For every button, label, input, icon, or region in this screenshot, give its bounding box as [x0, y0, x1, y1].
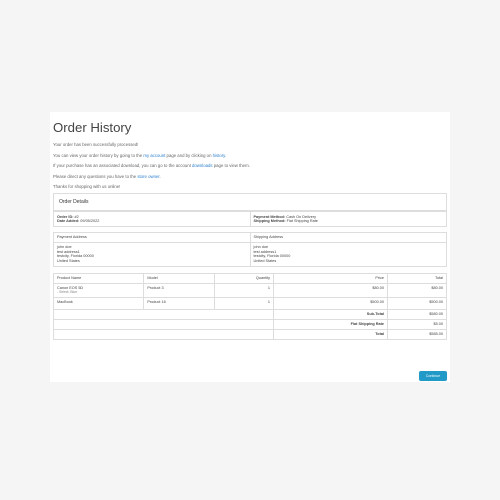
product-name: Canon EOS 5D: [57, 285, 84, 290]
shipping-row: Flat Shipping Rate $5.00: [52, 318, 447, 330]
message-text: You can view your order history by going…: [53, 152, 144, 158]
address-line: test address1: [57, 249, 80, 254]
total-value: $585.00: [387, 328, 447, 340]
shipping-method-value: Flat Shipping Rate: [286, 219, 318, 224]
product-model: Product 16: [143, 297, 216, 310]
message-questions: Please direct any questions you have to …: [53, 174, 447, 179]
order-details-left: Order ID: #2 Date Added: 09/05/2022: [54, 211, 251, 226]
product-model: Product 3: [143, 282, 216, 299]
product-total: $80.00: [387, 282, 447, 299]
main-content: Order History Your order has been succes…: [52, 120, 447, 340]
address-line: United States: [253, 258, 277, 263]
message-text: Please direct any questions you have to …: [53, 173, 138, 179]
shipping-label: Flat Shipping Rate: [273, 318, 389, 330]
payment-address: john doe test address1 testcity, Florida…: [53, 241, 251, 267]
message-thanks: Thanks for shopping with us online!: [53, 184, 447, 189]
message-text: page to view them.: [212, 163, 250, 168]
payment-method-value: Cash On Delivery: [286, 214, 316, 219]
message-text: Thanks for shopping with us online!: [53, 184, 121, 189]
payment-method-label: Payment Method:: [253, 214, 286, 219]
address-line: john doe: [57, 245, 72, 250]
page-title: Order History: [53, 120, 132, 135]
address-line: john doe: [253, 245, 269, 250]
address-table: Payment Address Shipping Address john do…: [53, 231, 447, 267]
table-row: Canon EOS 5D - Select: Blue Product 3 1 $…: [52, 282, 447, 299]
product-option: - Select: Blue: [57, 290, 78, 295]
order-id-label: Order ID:: [57, 214, 74, 219]
product-name-cell: Canon EOS 5D - Select: Blue: [52, 282, 145, 299]
col-quantity: Quantity: [214, 272, 275, 284]
col-model: Model: [143, 272, 216, 284]
continue-button[interactable]: Continue: [419, 371, 447, 381]
empty-cell: [52, 328, 275, 340]
store-owner-link[interactable]: store owner: [137, 174, 159, 179]
subtotal-value: $580.00: [387, 309, 447, 320]
product-quantity: 1: [214, 297, 275, 310]
shipping-address-header: Shipping Address: [249, 231, 447, 243]
product-quantity: 1: [214, 282, 275, 299]
message-text: .: [225, 152, 227, 158]
subtotal-row: Sub-Total $580.00: [52, 309, 447, 320]
message-history: You can view your order history by going…: [53, 153, 447, 158]
date-added-value: 09/05/2022: [80, 219, 100, 224]
product-price: $80.00: [273, 282, 389, 299]
product-price: $500.00: [273, 297, 389, 310]
history-link[interactable]: history: [213, 153, 225, 158]
message-text: If your purchase has an associated downl…: [53, 163, 193, 168]
downloads-link[interactable]: downloads: [192, 163, 213, 168]
message-text: .: [159, 173, 161, 179]
order-details-right: Payment Method: Cash On Delivery Shippin…: [249, 211, 446, 226]
col-product-name: Product Name: [52, 272, 145, 284]
address-line: testcity, Florida 00000: [253, 254, 291, 259]
date-added-label: Date Added:: [57, 219, 80, 224]
order-details-table: Order ID: #2 Date Added: 09/05/2022 Paym…: [54, 211, 446, 226]
empty-cell: [52, 318, 275, 330]
order-id-value: #2: [74, 214, 79, 219]
address-line: United States: [57, 258, 80, 263]
col-total: Total: [387, 272, 447, 284]
message-text: page and by clicking on: [165, 152, 213, 158]
shipping-method-label: Shipping Method:: [253, 219, 286, 224]
products-table: Product Name Model Quantity Price Total …: [52, 272, 447, 340]
subtotal-label: Sub-Total: [273, 309, 389, 320]
table-row: MacBook Product 16 1 $500.00 $500.00: [52, 297, 447, 310]
shipping-value: $5.00: [387, 318, 447, 330]
message-downloads: If your purchase has an associated downl…: [53, 163, 447, 168]
product-total: $500.00: [387, 297, 447, 310]
product-name: MacBook: [57, 300, 73, 305]
address-line: testcity, Florida 00000: [57, 254, 94, 259]
message-success: Your order has been successfully process…: [53, 142, 447, 147]
address-line: test address1: [253, 249, 277, 254]
order-details-header: Order Details: [54, 194, 446, 212]
my-account-link[interactable]: my account: [143, 153, 165, 158]
total-label: Total: [273, 328, 389, 340]
total-row: Total $585.00: [52, 328, 447, 340]
message-text: Your order has been successfully process…: [53, 142, 139, 147]
payment-address-header: Payment Address: [53, 231, 251, 243]
order-details-panel: Order Details Order ID: #2 Date Added: 0…: [53, 193, 447, 227]
col-price: Price: [273, 272, 389, 284]
empty-cell: [52, 309, 275, 320]
product-name-cell: MacBook: [52, 297, 145, 310]
shipping-address: john doe test address1 testcity, Florida…: [249, 241, 447, 267]
